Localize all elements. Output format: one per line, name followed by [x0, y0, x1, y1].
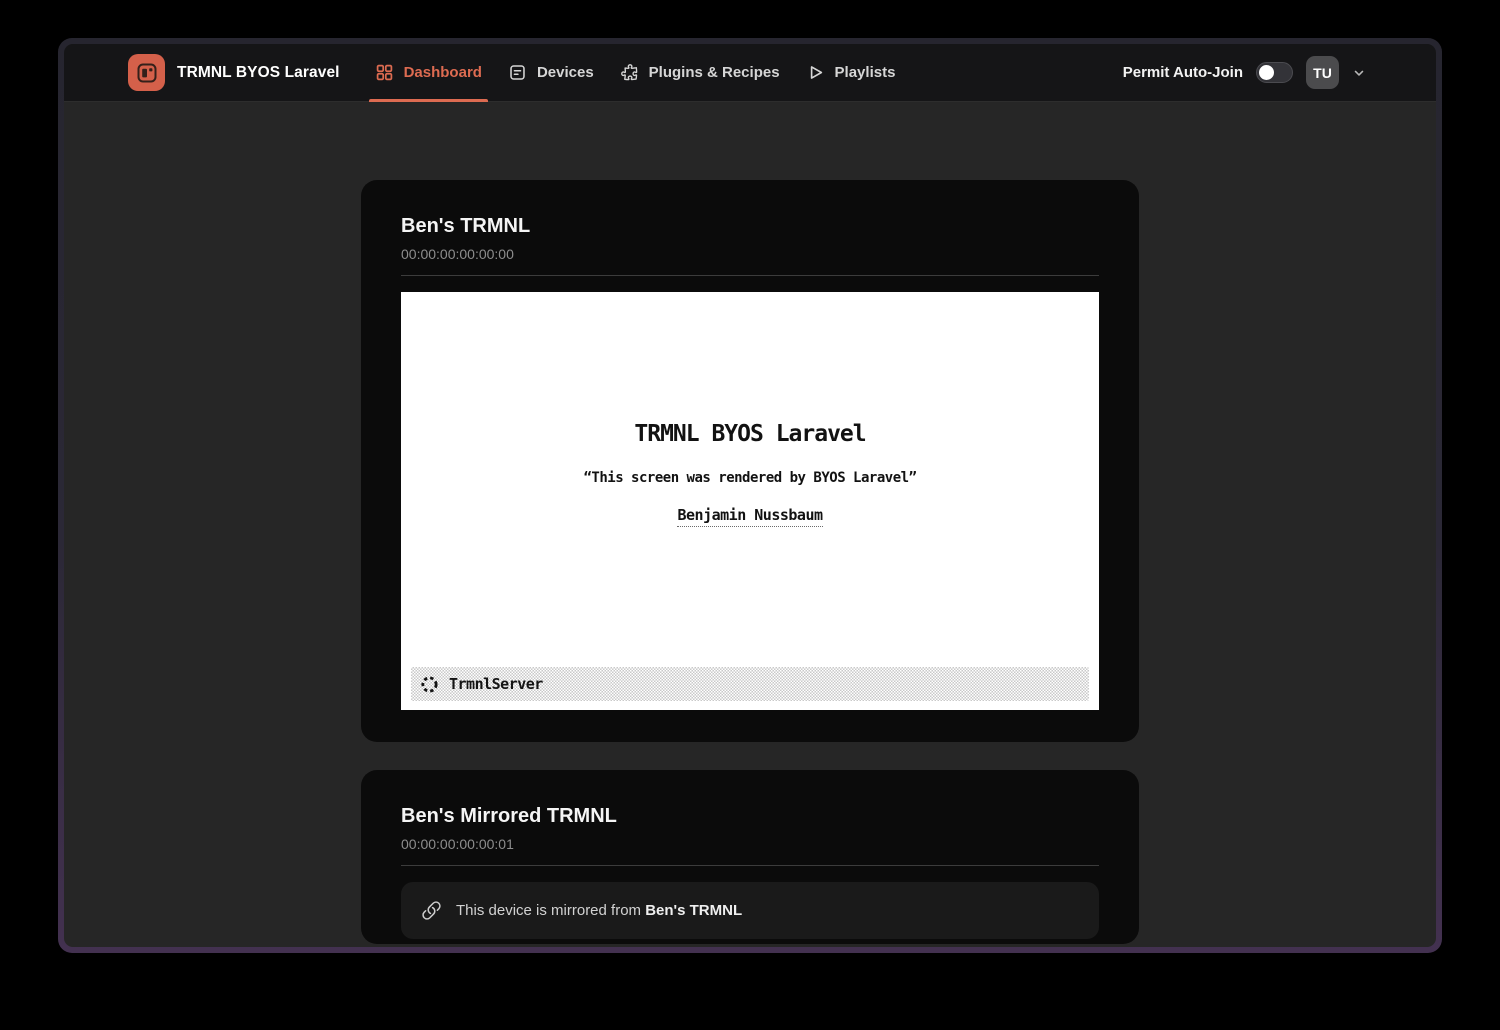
play-icon [806, 63, 825, 82]
permit-auto-join-toggle[interactable] [1256, 62, 1293, 83]
chevron-down-icon [1352, 66, 1366, 80]
mirror-source-name: Ben's TRMNL [645, 902, 742, 919]
screen-subtitle: “This screen was rendered by BYOS Larave… [583, 469, 916, 487]
mirror-prefix: This device is mirrored from [456, 902, 641, 919]
mirror-notice: This device is mirrored from Ben's TRMNL [401, 882, 1099, 939]
user-menu-button[interactable] [1352, 66, 1366, 80]
screen-title: TRMNL BYOS Laravel [634, 420, 865, 448]
nav-item-playlists[interactable]: Playlists [793, 44, 909, 101]
user-initials: TU [1313, 65, 1332, 81]
screen-author-link: Benjamin Nussbaum [677, 506, 822, 527]
window-body: TRMNL BYOS Laravel Dashboard [64, 44, 1436, 947]
top-navbar: TRMNL BYOS Laravel Dashboard [64, 44, 1436, 102]
nav-items: Dashboard Devices [362, 44, 909, 101]
app-title: TRMNL BYOS Laravel [177, 64, 340, 82]
nav-item-label: Dashboard [404, 64, 482, 81]
grid-icon [375, 63, 394, 82]
spinner-icon [420, 675, 439, 694]
device-list-icon [508, 63, 527, 82]
nav-item-label: Playlists [835, 64, 896, 81]
nav-item-plugins-recipes[interactable]: Plugins & Recipes [607, 44, 793, 101]
brand[interactable]: TRMNL BYOS Laravel [128, 54, 340, 91]
app-window: TRMNL BYOS Laravel Dashboard [58, 38, 1442, 953]
nav-item-label: Plugins & Recipes [649, 64, 780, 81]
permit-auto-join-label: Permit Auto-Join [1123, 64, 1243, 81]
main-content: Ben's TRMNL 00:00:00:00:00:00 TRMNL BYOS… [64, 102, 1436, 947]
link-icon [421, 900, 442, 921]
device-screen-preview: TRMNL BYOS Laravel “This screen was rend… [401, 292, 1099, 710]
device-card: Ben's TRMNL 00:00:00:00:00:00 TRMNL BYOS… [361, 180, 1139, 742]
nav-item-label: Devices [537, 64, 594, 81]
trmnl-logo-icon [128, 54, 165, 91]
device-mac-address: 00:00:00:00:00:01 [401, 836, 1099, 852]
mirror-notice-text: This device is mirrored from Ben's TRMNL [456, 902, 742, 919]
puzzle-icon [620, 63, 639, 82]
divider [401, 865, 1099, 866]
nav-item-devices[interactable]: Devices [495, 44, 607, 101]
nav-item-dashboard[interactable]: Dashboard [362, 44, 495, 101]
toggle-knob [1259, 65, 1274, 80]
device-name: Ben's Mirrored TRMNL [401, 804, 1099, 828]
device-name: Ben's TRMNL [401, 214, 1099, 238]
navbar-right: Permit Auto-Join TU [1123, 56, 1366, 89]
screen-footer-label: TrmnlServer [449, 675, 543, 693]
user-avatar[interactable]: TU [1306, 56, 1339, 89]
device-mac-address: 00:00:00:00:00:00 [401, 246, 1099, 262]
screen-status-bar: TrmnlServer [411, 667, 1089, 701]
device-card: Ben's Mirrored TRMNL 00:00:00:00:00:01 T… [361, 770, 1139, 944]
divider [401, 275, 1099, 276]
